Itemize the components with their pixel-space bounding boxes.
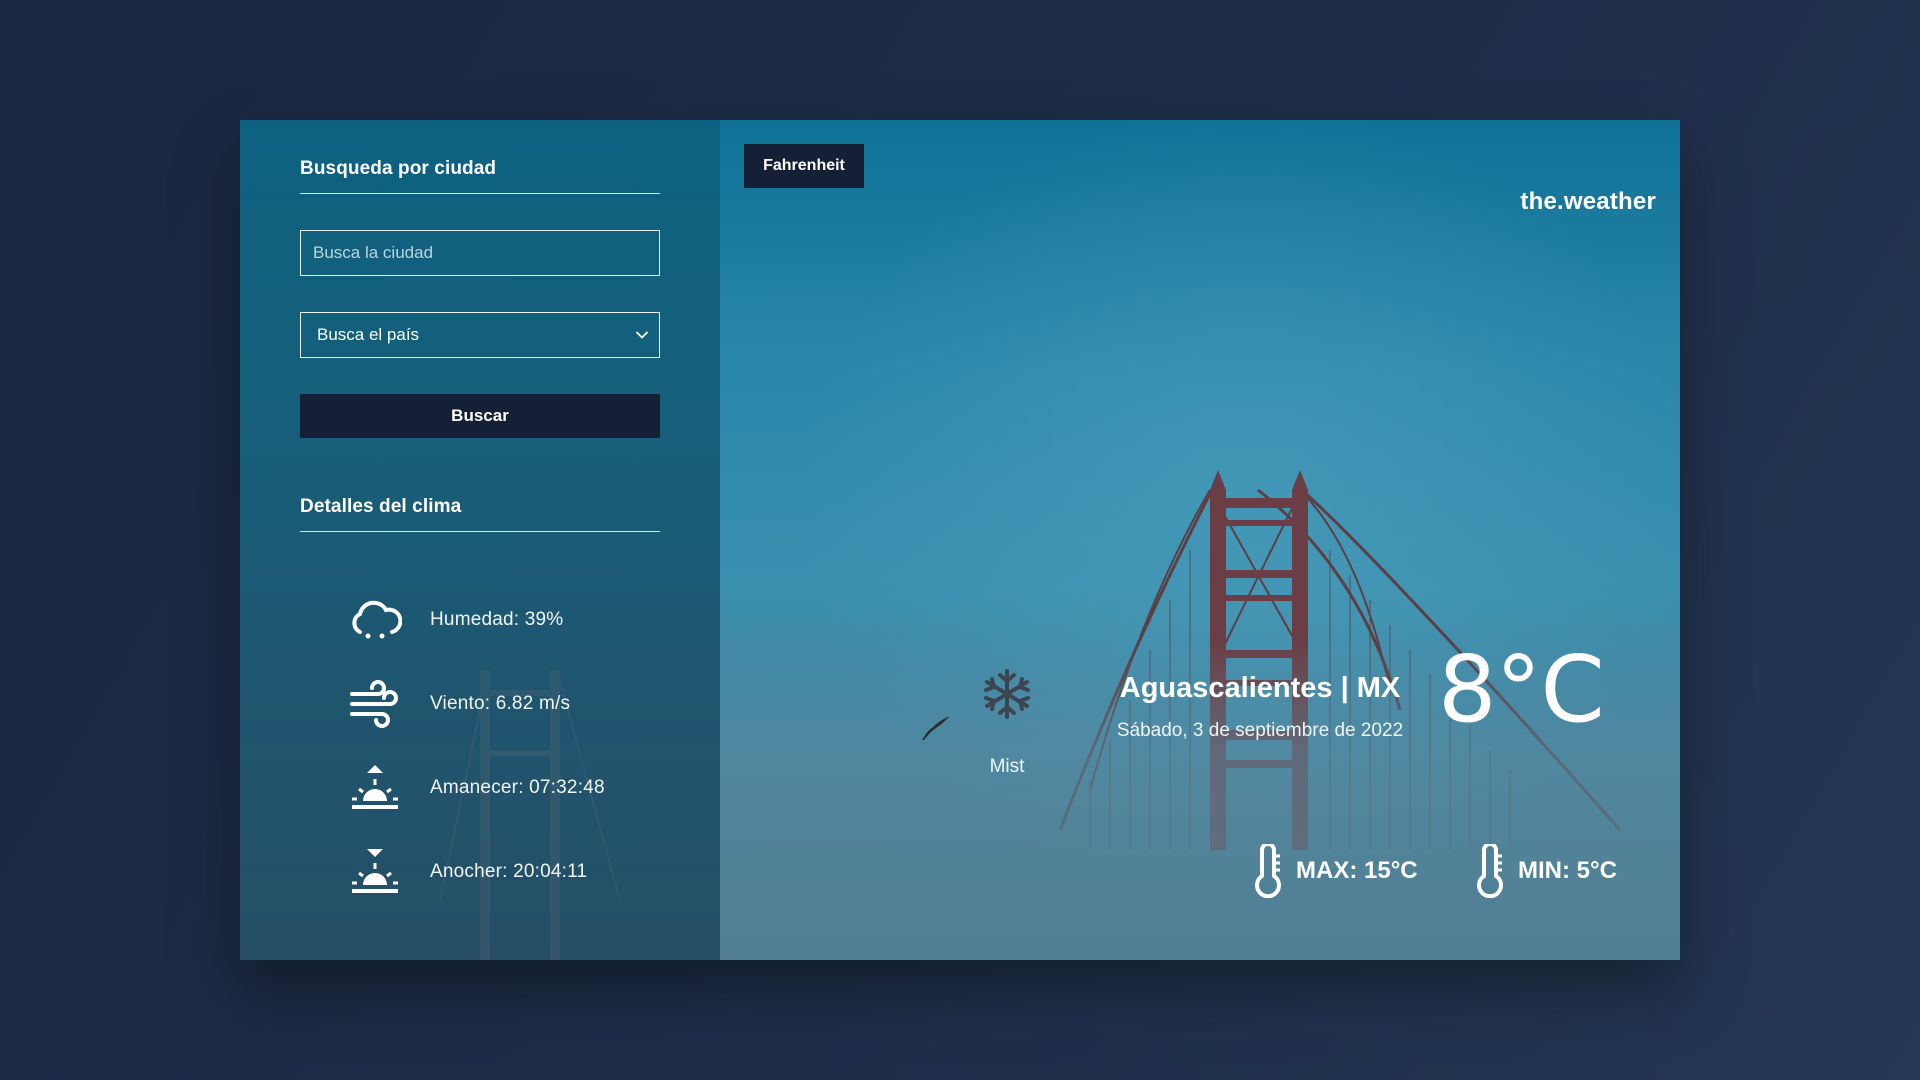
sidebar: Busqueda por ciudad Busca el país Buscar… bbox=[240, 120, 720, 960]
sunrise-icon bbox=[348, 761, 402, 815]
thermometer-icon bbox=[1255, 844, 1281, 898]
weather-details-list: Humedad: 39% Viento: 6.82 m/s Amanecer: … bbox=[300, 578, 660, 914]
sunrise-text: Amanecer: 07:32:48 bbox=[430, 777, 605, 798]
max-temperature: MAX: 15°C bbox=[1250, 844, 1418, 898]
wind-icon bbox=[348, 677, 402, 731]
detail-sunset: Anocher: 20:04:11 bbox=[348, 830, 660, 914]
fahrenheit-toggle-button[interactable]: Fahrenheit bbox=[744, 144, 864, 188]
humidity-text: Humedad: 39% bbox=[430, 609, 564, 630]
thermometer-icon bbox=[1477, 844, 1503, 898]
detail-humidity: Humedad: 39% bbox=[348, 578, 660, 662]
date-text: Sábado, 3 de septiembre de 2022 bbox=[1116, 720, 1404, 741]
country-select-value: Busca el país bbox=[317, 325, 420, 344]
bird-icon bbox=[922, 716, 950, 740]
details-section-title: Detalles del clima bbox=[300, 438, 660, 532]
min-temperature: MIN: 5°C bbox=[1472, 844, 1617, 898]
search-button[interactable]: Buscar bbox=[300, 394, 660, 438]
detail-sunrise: Amanecer: 07:32:48 bbox=[348, 746, 660, 830]
humidity-cloud-icon bbox=[348, 593, 402, 647]
weather-app: Busqueda por ciudad Busca el país Buscar… bbox=[240, 120, 1680, 960]
country-select[interactable]: Busca el país bbox=[300, 312, 660, 358]
chevron-down-icon bbox=[636, 331, 648, 339]
weather-condition-text: Mist bbox=[989, 756, 1025, 777]
main-weather-panel: Fahrenheit the.weather Mist Aguascalient… bbox=[720, 120, 1680, 960]
current-temperature: 8°C bbox=[1438, 636, 1605, 743]
location-title: Aguascalientes | MX bbox=[1119, 672, 1401, 704]
wind-text: Viento: 6.82 m/s bbox=[430, 693, 571, 714]
snowflake-icon bbox=[984, 669, 1030, 719]
sunset-icon bbox=[348, 845, 402, 899]
sunset-text: Anocher: 20:04:11 bbox=[430, 861, 588, 882]
brand-logo: the.weather bbox=[1520, 188, 1656, 215]
city-search-input[interactable] bbox=[300, 230, 660, 276]
search-section-title: Busqueda por ciudad bbox=[300, 120, 660, 194]
max-temperature-text: MAX: 15°C bbox=[1296, 857, 1418, 884]
detail-wind: Viento: 6.82 m/s bbox=[348, 662, 660, 746]
min-temperature-text: MIN: 5°C bbox=[1518, 857, 1617, 884]
